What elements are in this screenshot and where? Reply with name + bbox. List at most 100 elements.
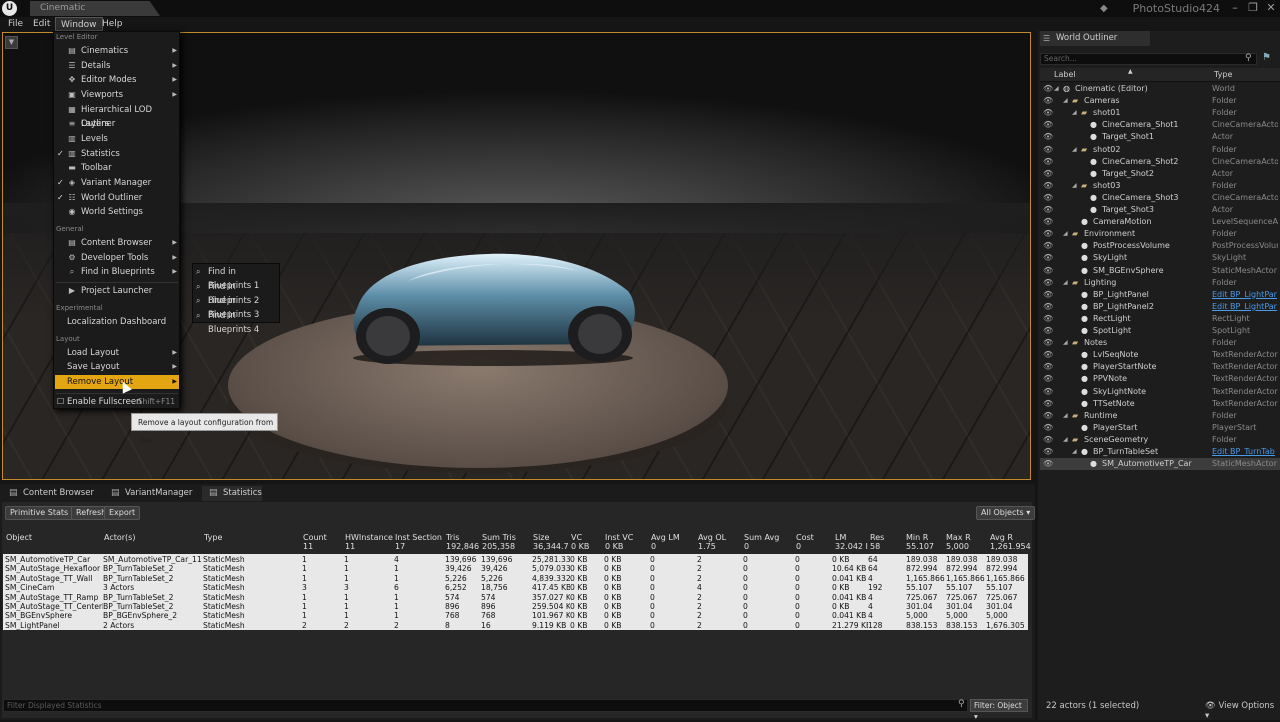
- menu-item-find-in-blueprints[interactable]: ⌕ Find in Blueprints ▶: [55, 265, 179, 279]
- column-header[interactable]: Type: [204, 533, 222, 542]
- filter-object-dropdown[interactable]: Filter: Object ▾: [970, 699, 1028, 721]
- column-header[interactable]: Size 36,344.7: [533, 533, 569, 551]
- outliner-row[interactable]: 👁 ● TTSetNote TextRenderActor: [1040, 398, 1280, 410]
- expand-arrow-icon[interactable]: ◢: [1063, 277, 1068, 289]
- menu-item-cinematics[interactable]: ▤ Cinematics ▶: [55, 44, 179, 58]
- outliner-row[interactable]: 👁 ● CineCamera_Shot3 CineCameraActor: [1040, 192, 1280, 204]
- menu-item-project-launcher[interactable]: ▶ Project Launcher: [55, 284, 179, 298]
- visibility-eye-icon[interactable]: 👁: [1043, 168, 1053, 180]
- visibility-eye-icon[interactable]: 👁: [1043, 107, 1053, 119]
- outliner-row[interactable]: 👁 ◢ ▰ shot01 Folder: [1040, 107, 1280, 119]
- column-header[interactable]: Res 58: [870, 533, 884, 551]
- outliner-row[interactable]: 👁 ● PlayerStart PlayerStart: [1040, 422, 1280, 434]
- edit-blueprint-link[interactable]: Edit BP_LightPar: [1212, 289, 1278, 301]
- visibility-eye-icon[interactable]: 👁: [1043, 204, 1053, 216]
- expand-arrow-icon[interactable]: ◢: [1063, 410, 1068, 422]
- menu-item-layers[interactable]: ≡ Layers: [55, 117, 179, 131]
- menu-item-load-layout[interactable]: Load Layout ▶: [55, 346, 179, 360]
- col-type[interactable]: Type: [1214, 70, 1232, 79]
- visibility-eye-icon[interactable]: 👁: [1043, 373, 1053, 385]
- visibility-eye-icon[interactable]: 👁: [1043, 83, 1053, 95]
- view-options-button[interactable]: 👁 View Options ▾: [1205, 701, 1280, 721]
- menu-item-world-settings[interactable]: ◉ World Settings: [55, 205, 179, 219]
- menu-item-variant-manager[interactable]: ✓ ◈ Variant Manager: [55, 176, 179, 190]
- outliner-row[interactable]: 👁 ◢ ● BP_TurnTableSet Edit BP_TurnTab: [1040, 446, 1280, 458]
- menu-item-editor-modes[interactable]: ✥ Editor Modes ▶: [55, 73, 179, 87]
- expand-arrow-icon[interactable]: ◢: [1072, 144, 1077, 156]
- checkbox-icon[interactable]: ☐: [57, 395, 64, 409]
- maximize-icon[interactable]: ❐: [1244, 0, 1262, 16]
- expand-arrow-icon[interactable]: ◢: [1063, 95, 1068, 107]
- outliner-row[interactable]: 👁 ● BP_LightPanel2 Edit BP_LightPar: [1040, 301, 1280, 313]
- menu-item-remove-layout[interactable]: Remove Layout ▶: [55, 375, 179, 389]
- table-row[interactable]: SM_AutoStage_Hexafloor BP_TurnTableSet_2 S…: [3, 564, 1028, 573]
- outliner-row[interactable]: 👁 ● LvlSeqNote TextRenderActor: [1040, 349, 1280, 361]
- column-header[interactable]: Inst VC 0 KB: [605, 533, 633, 551]
- menu-item-statistics[interactable]: ✓ ▥ Statistics: [55, 147, 179, 161]
- visibility-eye-icon[interactable]: 👁: [1043, 95, 1053, 107]
- column-header[interactable]: Count 11: [303, 533, 327, 551]
- visibility-eye-icon[interactable]: 👁: [1043, 301, 1053, 313]
- visibility-eye-icon[interactable]: 👁: [1043, 119, 1053, 131]
- outliner-row[interactable]: 👁 ◢ ▰ Notes Folder: [1040, 337, 1280, 349]
- car-model[interactable]: [348, 246, 638, 366]
- menu-item-hierarchical-lod-outliner[interactable]: ▦ Hierarchical LOD Outliner: [55, 103, 179, 129]
- visibility-eye-icon[interactable]: 👁: [1043, 337, 1053, 349]
- visibility-eye-icon[interactable]: 👁: [1043, 398, 1053, 410]
- outliner-row[interactable]: 👁 ● Target_Shot1 Actor: [1040, 131, 1280, 143]
- visibility-eye-icon[interactable]: 👁: [1043, 422, 1053, 434]
- expand-arrow-icon[interactable]: ◢: [1054, 83, 1059, 95]
- table-row[interactable]: SM_BGEnvSphere BP_BGEnvSphere_2 StaticMesh…: [3, 611, 1028, 620]
- visibility-eye-icon[interactable]: 👁: [1043, 277, 1053, 289]
- outliner-row[interactable]: 👁 ◢ ▰ shot03 Folder: [1040, 180, 1280, 192]
- outliner-search-input[interactable]: Search...: [1040, 53, 1257, 65]
- menu-item-localization-dashboard[interactable]: Localization Dashboard: [55, 315, 179, 329]
- export-button[interactable]: Export: [104, 506, 141, 520]
- menu-help[interactable]: Help: [97, 17, 128, 31]
- minimize-icon[interactable]: –: [1226, 0, 1244, 16]
- visibility-eye-icon[interactable]: 👁: [1043, 458, 1053, 470]
- column-header[interactable]: Object: [6, 533, 32, 542]
- column-header[interactable]: VC 0 KB: [571, 533, 589, 551]
- table-row[interactable]: SM_AutoStage_TT_CenterP BP_TurnTableSet_2…: [3, 602, 1028, 611]
- outliner-row[interactable]: 👁 ● Target_Shot2 Actor: [1040, 168, 1280, 180]
- primitive-stats-dropdown[interactable]: Primitive Stats ▾: [5, 506, 80, 520]
- outliner-row[interactable]: 👁 ● SkyLight SkyLight: [1040, 252, 1280, 264]
- menu-item-content-browser[interactable]: ▤ Content Browser ▶: [55, 236, 179, 250]
- column-header[interactable]: Avg LM 0: [651, 533, 680, 551]
- visibility-eye-icon[interactable]: 👁: [1043, 156, 1053, 168]
- outliner-row[interactable]: 👁 ● RectLight RectLight: [1040, 313, 1280, 325]
- outliner-row[interactable]: 👁 ● SM_BGEnvSphere StaticMeshActor: [1040, 265, 1280, 277]
- menu-edit[interactable]: Edit: [28, 17, 55, 31]
- column-header[interactable]: Tris 192,846: [446, 533, 479, 551]
- visibility-eye-icon[interactable]: 👁: [1043, 313, 1053, 325]
- expand-arrow-icon[interactable]: ◢: [1063, 434, 1068, 446]
- menu-item-toolbar[interactable]: ▬ Toolbar: [55, 161, 179, 175]
- submenu-find-in-blueprints-2[interactable]: ⌕ Find in Blueprints 2: [194, 280, 279, 306]
- col-label[interactable]: Label: [1054, 70, 1076, 79]
- menu-item-levels[interactable]: ▥ Levels: [55, 132, 179, 146]
- visibility-eye-icon[interactable]: 👁: [1043, 349, 1053, 361]
- outliner-row[interactable]: 👁 ● SpotLight SpotLight: [1040, 325, 1280, 337]
- tab-world-outliner[interactable]: World Outliner: [1040, 31, 1150, 46]
- all-objects-dropdown[interactable]: All Objects ▾: [976, 506, 1036, 520]
- visibility-eye-icon[interactable]: 👁: [1043, 180, 1053, 192]
- outliner-row[interactable]: 👁 ● CameraMotion LevelSequenceActor: [1040, 216, 1280, 228]
- outliner-row[interactable]: 👁 ● CineCamera_Shot2 CineCameraActor: [1040, 156, 1280, 168]
- menu-window[interactable]: Window: [55, 17, 103, 31]
- outliner-row[interactable]: 👁 ◢ ▰ shot02 Folder: [1040, 144, 1280, 156]
- expand-arrow-icon[interactable]: ◢: [1072, 107, 1077, 119]
- column-header[interactable]: Max R 5,000: [946, 533, 971, 551]
- outliner-row[interactable]: 👁 ● PlayerStartNote TextRenderActor: [1040, 361, 1280, 373]
- menu-item-enable-fullscreen[interactable]: ☐ Enable Fullscreen Shift+F11: [55, 395, 179, 409]
- table-row[interactable]: SM_AutoStage_TT_Ramp BP_TurnTableSet_2 Sta…: [3, 593, 1028, 602]
- expand-arrow-icon[interactable]: ◢: [1072, 446, 1077, 458]
- outliner-row[interactable]: 👁 ● SkyLightNote TextRenderActor: [1040, 386, 1280, 398]
- outliner-row[interactable]: 👁 ● BP_LightPanel Edit BP_LightPar: [1040, 289, 1280, 301]
- visibility-eye-icon[interactable]: 👁: [1043, 240, 1053, 252]
- outliner-row[interactable]: 👁 ◢ ◍ Cinematic (Editor) World: [1040, 83, 1280, 95]
- visibility-eye-icon[interactable]: 👁: [1043, 144, 1053, 156]
- visibility-eye-icon[interactable]: 👁: [1043, 434, 1053, 446]
- tab-statistics[interactable]: ▤ Statistics: [202, 486, 262, 501]
- table-row[interactable]: SM_AutomotiveTP_Car SM_AutomotiveTP_Car_1…: [3, 555, 1028, 564]
